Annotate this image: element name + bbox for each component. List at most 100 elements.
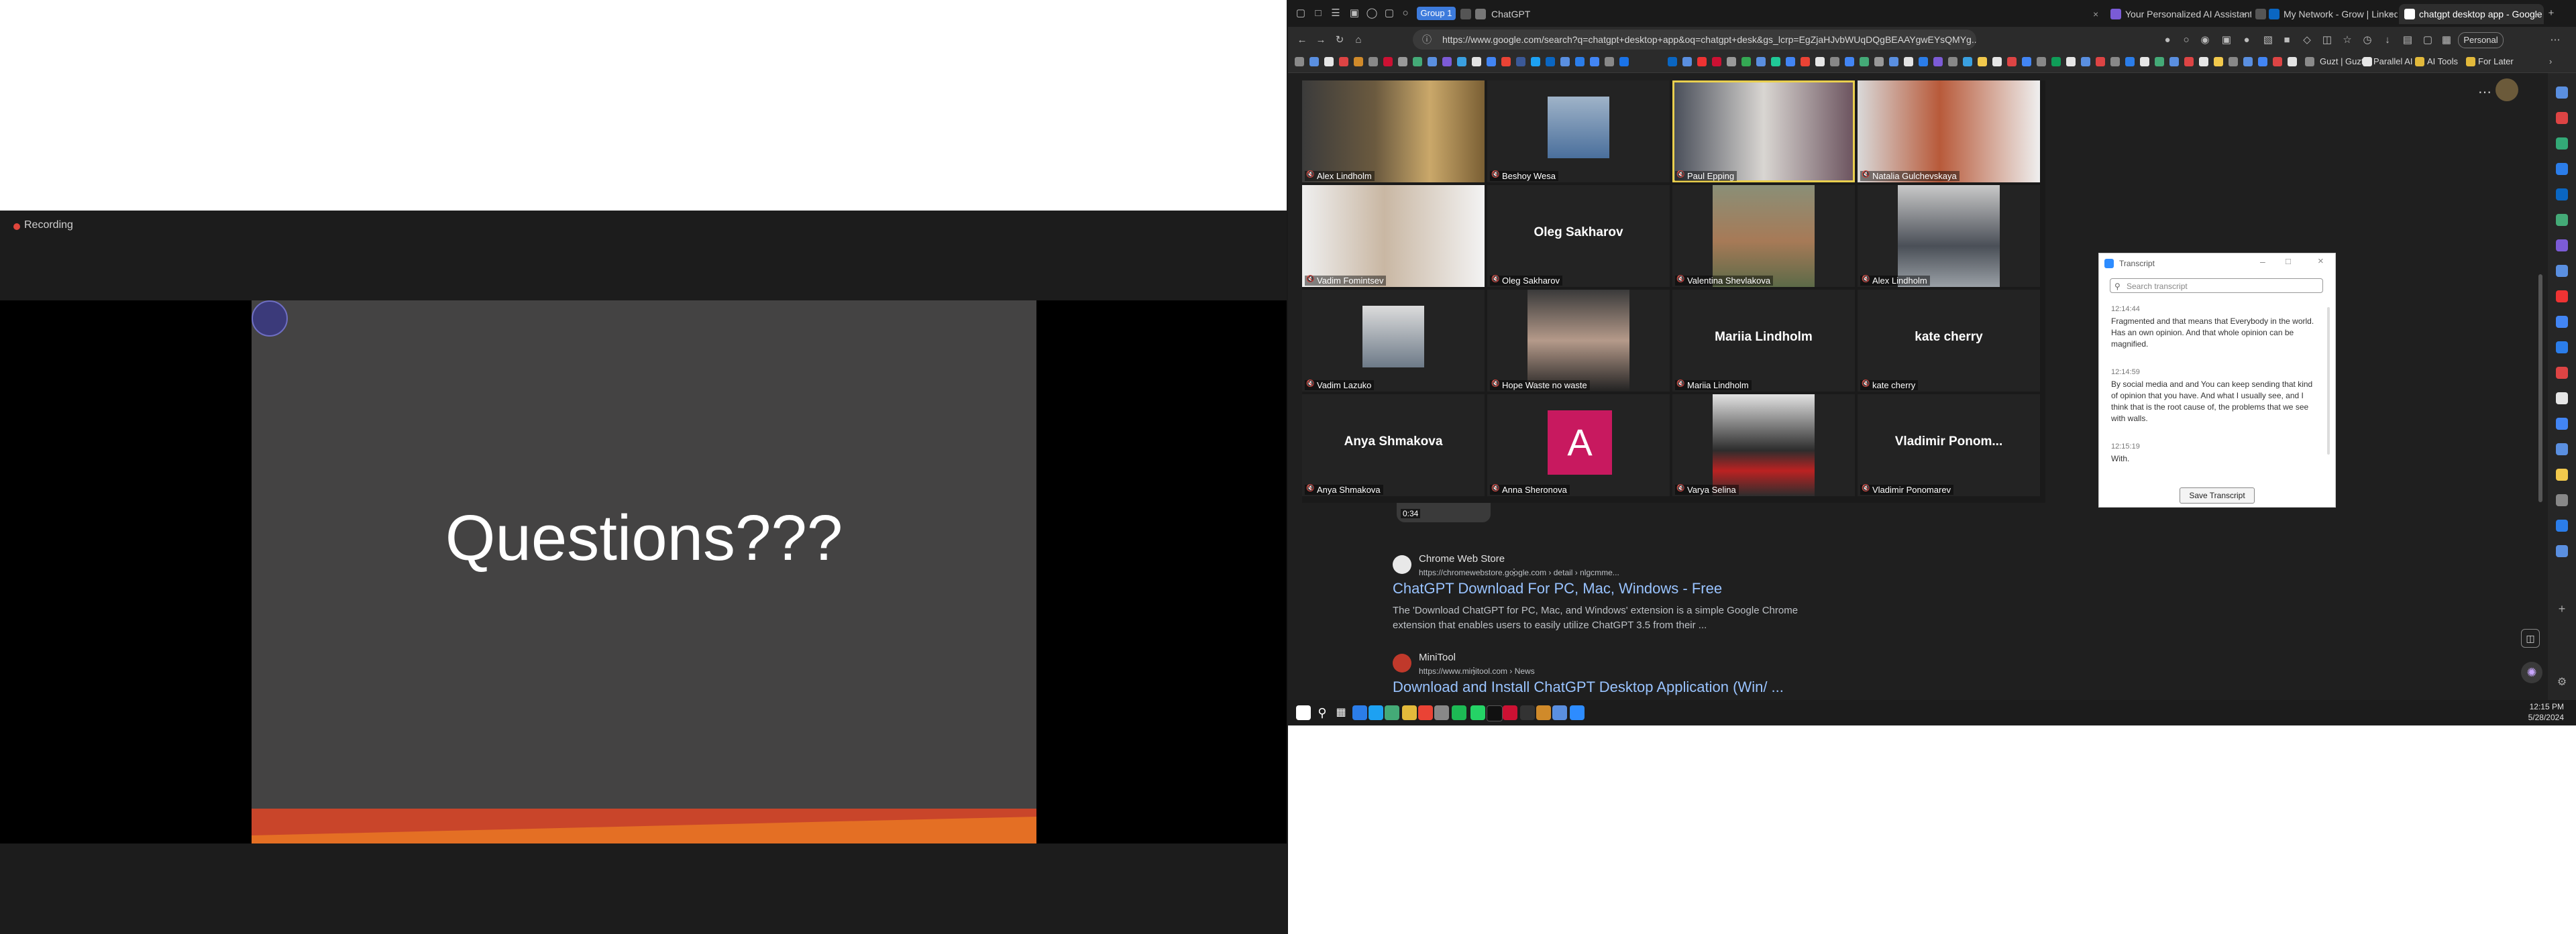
bookmark-icon[interactable] xyxy=(1605,57,1614,66)
home-icon[interactable]: ⌂ xyxy=(1352,34,1364,46)
bookmark-icon[interactable] xyxy=(1442,57,1452,66)
bookmark-icon[interactable] xyxy=(1741,57,1751,66)
bookmark-icon[interactable] xyxy=(2363,57,2372,66)
bookmark-icon[interactable] xyxy=(1619,57,1629,66)
bookmark-icon[interactable] xyxy=(1786,57,1795,66)
bookmark-icon[interactable] xyxy=(1560,57,1570,66)
sidebar-app-icon[interactable] xyxy=(2556,494,2568,506)
sidebar-app-icon[interactable] xyxy=(2556,290,2568,302)
video-thumbnail[interactable]: 0:34 xyxy=(1397,500,1491,522)
assistant-icon[interactable]: ✺ xyxy=(2521,662,2542,683)
result-url[interactable]: https://chromewebstore.google.com › deta… xyxy=(1419,568,1619,577)
back-icon[interactable]: ← xyxy=(1296,34,1308,46)
site-info-icon[interactable]: ⓘ xyxy=(1422,30,1432,50)
bookmark-icon[interactable] xyxy=(2184,57,2194,66)
add-icon[interactable]: + xyxy=(2556,603,2568,615)
bookmark-icon[interactable] xyxy=(1339,57,1348,66)
sidebar-app-icon[interactable] xyxy=(2556,112,2568,124)
bookmark-icon[interactable] xyxy=(1354,57,1363,66)
collections-icon[interactable]: ☰ xyxy=(1330,7,1342,19)
bookmark-icon[interactable] xyxy=(2081,57,2090,66)
presenter-avatar[interactable] xyxy=(252,300,288,337)
new-tab-icon[interactable]: + xyxy=(2545,7,2557,19)
folder-icon[interactable] xyxy=(2415,57,2424,66)
sidebar-app-icon[interactable] xyxy=(2556,469,2568,481)
close-icon[interactable]: × xyxy=(2242,4,2247,24)
participant-tile[interactable]: A Anna Sheronova xyxy=(1487,394,1670,496)
windows-start-icon[interactable] xyxy=(1296,705,1311,720)
participant-tile[interactable]: Alex Lindholm xyxy=(1302,80,1485,182)
extension-icon[interactable]: ● xyxy=(2241,34,2253,46)
bookmark-icon[interactable] xyxy=(1771,57,1780,66)
profile-button[interactable]: Personal xyxy=(2458,32,2504,48)
bookmark-icon[interactable] xyxy=(1756,57,1766,66)
participant-tile[interactable]: kate cherry kate cherry xyxy=(1858,290,2040,392)
history-icon[interactable]: ◷ xyxy=(2361,34,2373,46)
bookmark-icon[interactable] xyxy=(2110,57,2120,66)
participant-tile[interactable]: Vladimir Ponom... Vladimir Ponomarev xyxy=(1858,394,2040,496)
participant-tile[interactable]: Valentina Shevlakova xyxy=(1672,185,1855,287)
settings-icon[interactable]: ⚙ xyxy=(2556,677,2568,689)
participant-tile[interactable]: Mariia Lindholm Mariia Lindholm xyxy=(1672,290,1855,392)
screenshot-icon[interactable]: ▢ xyxy=(2422,34,2434,46)
sidebar-app-icon[interactable] xyxy=(2556,86,2568,99)
extension-icon[interactable]: ▧ xyxy=(2262,34,2274,46)
sidebar-app-icon[interactable] xyxy=(2556,265,2568,277)
bookmark-folder-ai-tools[interactable]: AI Tools xyxy=(2427,56,2458,66)
bookmark-icon[interactable] xyxy=(1516,57,1525,66)
bookmark-icon[interactable] xyxy=(1697,57,1707,66)
maximize-icon[interactable]: □ xyxy=(2286,256,2291,266)
bookmark-icon[interactable] xyxy=(2305,57,2314,66)
split-screen-icon[interactable]: ◫ xyxy=(2321,34,2333,46)
sidebar-app-icon[interactable] xyxy=(2556,163,2568,175)
sidebar-toggle-icon[interactable]: ◫ xyxy=(2521,629,2540,648)
extensions-icon[interactable]: ▦ xyxy=(2440,34,2453,46)
sidebar-app-icon[interactable] xyxy=(2556,443,2568,455)
address-bar[interactable]: ⓘ https://www.google.com/search?q=chatgp… xyxy=(1413,30,1976,50)
taskbar-app-icon[interactable] xyxy=(1520,705,1535,720)
bookmark-icon[interactable] xyxy=(1668,57,1677,66)
bookmark-icon[interactable] xyxy=(1874,57,1884,66)
bookmark-icon[interactable] xyxy=(1413,57,1422,66)
chrome-icon[interactable] xyxy=(1418,705,1433,720)
bookmark-icon[interactable] xyxy=(2229,57,2238,66)
tab-actions-icon[interactable]: □ xyxy=(1312,7,1324,19)
zoom-icon[interactable] xyxy=(1570,705,1585,720)
bookmark-icon[interactable] xyxy=(2051,57,2061,66)
bookmark-icon[interactable] xyxy=(2037,57,2046,66)
tab-chatgpt[interactable]: ChatGPT xyxy=(1459,4,1553,24)
bookmark-icon[interactable] xyxy=(1801,57,1810,66)
bookmark-icon[interactable] xyxy=(1712,57,1721,66)
search-icon[interactable]: ⚲ xyxy=(1315,705,1330,720)
participant-tile[interactable]: Varya Selina xyxy=(1672,394,1855,496)
bookmark-icon[interactable] xyxy=(1590,57,1599,66)
taskbar-app-icon[interactable] xyxy=(1503,705,1517,720)
pinned-tab-icon[interactable]: ▣ xyxy=(1348,7,1360,19)
sidebar-app-icon[interactable] xyxy=(2556,341,2568,353)
participant-tile[interactable]: Vadim Fomintsev xyxy=(1302,185,1485,287)
bookmark-icon[interactable] xyxy=(1368,57,1378,66)
bookmark-icon[interactable] xyxy=(1682,57,1692,66)
bookmark-icon[interactable] xyxy=(2155,57,2164,66)
bookmark-icon[interactable] xyxy=(1845,57,1854,66)
close-icon[interactable]: × xyxy=(2388,4,2394,24)
bookmark-icon[interactable] xyxy=(2096,57,2105,66)
system-clock[interactable]: 12:15 PM 5/28/2024 xyxy=(2528,701,2564,723)
extension-icon[interactable]: ■ xyxy=(2281,34,2293,46)
bookmark-folder-for-later[interactable]: For Later xyxy=(2478,56,2514,66)
sidebar-app-icon[interactable] xyxy=(2556,239,2568,251)
collections-icon[interactable]: ▤ xyxy=(2402,34,2414,46)
participant-tile[interactable]: Vadim Lazuko xyxy=(1302,290,1485,392)
menu-icon[interactable]: ⋯ xyxy=(2549,34,2561,46)
extension-icon[interactable]: ▣ xyxy=(2220,34,2233,46)
sidebar-app-icon[interactable] xyxy=(2556,367,2568,379)
edge-icon[interactable] xyxy=(1368,705,1383,720)
bookmark-icon[interactable] xyxy=(1383,57,1393,66)
bookmark-icon[interactable] xyxy=(2288,57,2297,66)
bookmark-icon[interactable] xyxy=(1487,57,1496,66)
chevron-right-icon[interactable]: › xyxy=(2549,56,2552,66)
minimize-icon[interactable]: – xyxy=(2260,256,2265,267)
participant-tile[interactable]: Natalia Gulchevskaya xyxy=(1858,80,2040,182)
apps-grid-icon[interactable]: ⋯ xyxy=(2478,84,2491,101)
bookmark-icon[interactable] xyxy=(2214,57,2223,66)
